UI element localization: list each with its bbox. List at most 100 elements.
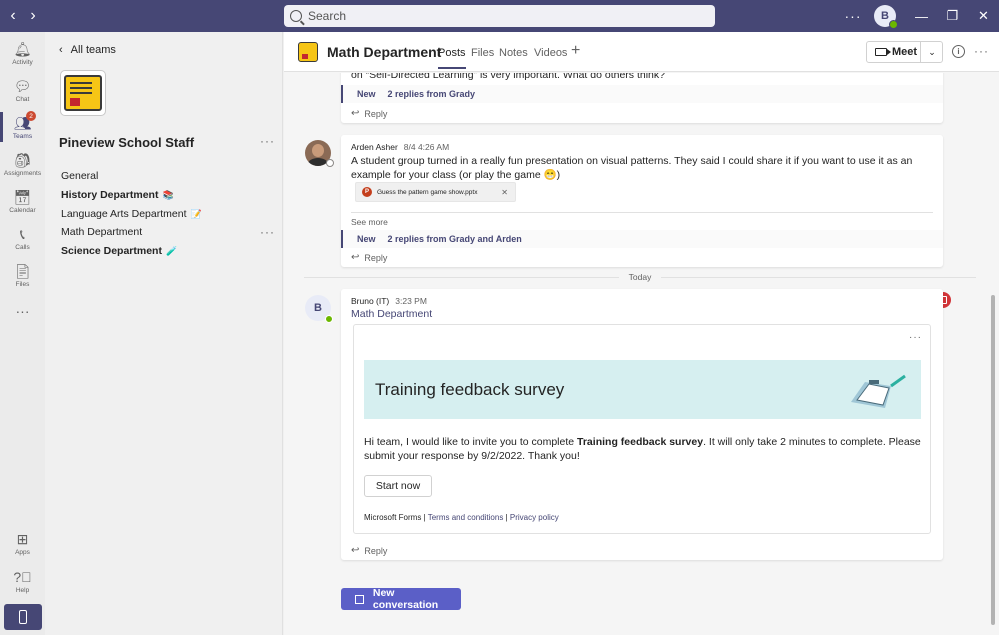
post-text: on “Self-Directed Learning” is very impo… — [351, 73, 665, 81]
divider — [351, 212, 933, 213]
survey-footer: Microsoft Forms | Terms and conditions |… — [364, 513, 559, 522]
replies-summary[interactable]: New 2 replies from Grady — [341, 85, 943, 103]
privacy-link[interactable]: Privacy policy — [510, 513, 559, 522]
reply-arrow-icon: ↩ — [351, 545, 360, 556]
close-icon[interactable]: ✕ — [968, 0, 999, 32]
user-avatar[interactable]: B — [874, 5, 898, 29]
rail-item-chat[interactable]: 💬︎ Chat — [0, 71, 45, 109]
rail-item-apps[interactable]: ⊞ Apps — [0, 524, 45, 562]
bell-icon: 🔔︎ — [13, 40, 32, 57]
channel-label: Language Arts Department — [61, 208, 187, 220]
author-name: Arden Asher — [351, 142, 398, 152]
reply-button[interactable]: ↩ Reply — [351, 545, 387, 556]
info-icon[interactable]: i — [952, 45, 965, 58]
rail-item-assignments[interactable]: 🎒︎ Assignments — [0, 145, 45, 183]
back-arrow-icon[interactable]: ‹ — [3, 0, 23, 32]
rail-label: Calendar — [9, 206, 36, 214]
file-icon: 📄︎ — [13, 262, 32, 279]
post-time: 8/4 4:26 AM — [403, 142, 450, 152]
posts-feed: on “Self-Directed Learning” is very impo… — [284, 73, 999, 635]
reply-arrow-icon: ↩ — [351, 108, 360, 119]
attachment-card[interactable]: P Guess the pattern game show.pptx ✕ — [355, 182, 516, 202]
new-conversation-button[interactable]: New conversation — [341, 587, 461, 611]
rail-item-activity[interactable]: 🔔︎ Activity — [0, 34, 45, 72]
new-tag: New — [357, 234, 376, 244]
team-panel: ‹ All teams Pineview School Staff ··· Ge… — [45, 32, 283, 635]
reply-arrow-icon: ↩ — [351, 252, 360, 263]
card-more-options-icon[interactable]: ··· — [909, 332, 922, 343]
all-teams-label: All teams — [70, 44, 116, 56]
team-logo — [60, 70, 106, 116]
start-now-button[interactable]: Start now — [364, 475, 432, 497]
rail-label: Activity — [12, 58, 33, 66]
channel-title: Math Department — [327, 44, 442, 60]
rail-more-apps[interactable]: ··· — [0, 292, 45, 330]
terms-link[interactable]: Terms and conditions — [428, 513, 504, 522]
title-bar: ‹ › Search ··· B — ❐ ✕ — [0, 0, 999, 32]
rail-item-calendar[interactable]: 📅︎ Calendar — [0, 182, 45, 220]
notification-badge: 2 — [26, 111, 36, 121]
restore-icon[interactable]: ❐ — [937, 0, 968, 32]
add-tab-icon[interactable]: + — [571, 42, 580, 60]
tab-files[interactable]: Files — [471, 47, 494, 59]
date-divider: Today — [304, 271, 976, 283]
channel-label: Math Department — [61, 226, 143, 238]
rail-item-files[interactable]: 📄︎ Files — [0, 256, 45, 294]
app-rail: 🔔︎ Activity 💬︎ Chat 👥︎ 2 Teams 🎒︎ Assign… — [0, 32, 45, 635]
post-card: on “Self-Directed Learning” is very impo… — [341, 73, 943, 123]
team-more-options-icon[interactable]: ··· — [260, 134, 275, 148]
survey-banner: Training feedback survey — [364, 360, 921, 419]
channel-language-arts[interactable]: Language Arts Department 📝 — [61, 208, 202, 220]
scrollbar-thumb[interactable] — [991, 295, 995, 625]
meet-dropdown-chevron-icon[interactable]: ⌄ — [920, 41, 943, 63]
new-conversation-label: New conversation — [372, 587, 439, 611]
survey-message-text: Hi team, I would like to invite you to c… — [364, 436, 578, 448]
calendar-icon: 📅︎ — [13, 188, 32, 205]
header-more-options-icon[interactable]: ··· — [974, 44, 989, 58]
replies-summary[interactable]: New 2 replies from Grady and Arden — [341, 230, 943, 248]
post-channel-link[interactable]: Math Department — [351, 308, 432, 320]
apps-icon: ⊞ — [16, 530, 29, 547]
mobile-app-button[interactable] — [4, 604, 42, 630]
search-bar[interactable]: Search — [284, 5, 715, 27]
rail-label: Apps — [15, 548, 30, 556]
channel-math[interactable]: Math Department — [61, 226, 142, 238]
reply-button[interactable]: ↩ Reply — [351, 252, 387, 263]
channel-label: History Department — [61, 189, 159, 201]
attachment-name: Guess the pattern game show.pptx — [377, 188, 478, 196]
search-placeholder: Search — [308, 9, 347, 23]
channel-science[interactable]: Science Department 🧪 — [61, 245, 177, 257]
video-camera-icon — [875, 48, 891, 56]
all-teams-link[interactable]: ‹ All teams — [59, 44, 116, 56]
attachment-close-icon[interactable]: ✕ — [501, 188, 508, 197]
compose-icon — [355, 594, 364, 604]
help-icon: ?⃝ — [13, 568, 32, 585]
survey-message: Hi team, I would like to invite you to c… — [364, 435, 921, 463]
channel-label: Science Department — [61, 245, 162, 257]
channel-header: Math Department Posts Files Notes Videos… — [284, 32, 999, 72]
post-author: Bruno (IT) 3:23 PM — [351, 296, 427, 306]
minimize-icon[interactable]: — — [906, 0, 937, 32]
rail-label: Teams — [12, 132, 33, 140]
tab-videos[interactable]: Videos — [534, 47, 567, 59]
survey-message-bold: Training feedback survey — [577, 436, 704, 448]
forward-arrow-icon[interactable]: › — [23, 0, 43, 32]
tab-posts[interactable]: Posts — [438, 47, 466, 69]
team-name: Pineview School Staff — [59, 135, 195, 150]
presence-away-icon — [326, 159, 334, 167]
see-more-link[interactable]: See more — [351, 217, 388, 227]
channel-label: General — [61, 170, 99, 182]
reply-label: Reply — [364, 252, 388, 263]
team-logo-small — [298, 42, 318, 62]
rail-item-help[interactable]: ?⃝ Help — [0, 562, 45, 600]
rail-item-calls[interactable]: 📞︎ Calls — [0, 219, 45, 257]
channel-general[interactable]: General — [61, 170, 98, 182]
reply-button[interactable]: ↩ Reply — [351, 108, 387, 119]
rail-item-teams[interactable]: 👥︎ 2 Teams — [0, 108, 45, 146]
forms-survey-card: ··· Training feedback survey Hi team, I … — [353, 324, 931, 534]
tab-notes[interactable]: Notes — [499, 47, 528, 59]
channel-history[interactable]: History Department 📚 — [61, 189, 174, 201]
mobile-phone-icon — [19, 610, 27, 624]
more-options-icon[interactable]: ··· — [838, 8, 868, 24]
channel-more-options-icon[interactable]: ··· — [260, 225, 275, 239]
